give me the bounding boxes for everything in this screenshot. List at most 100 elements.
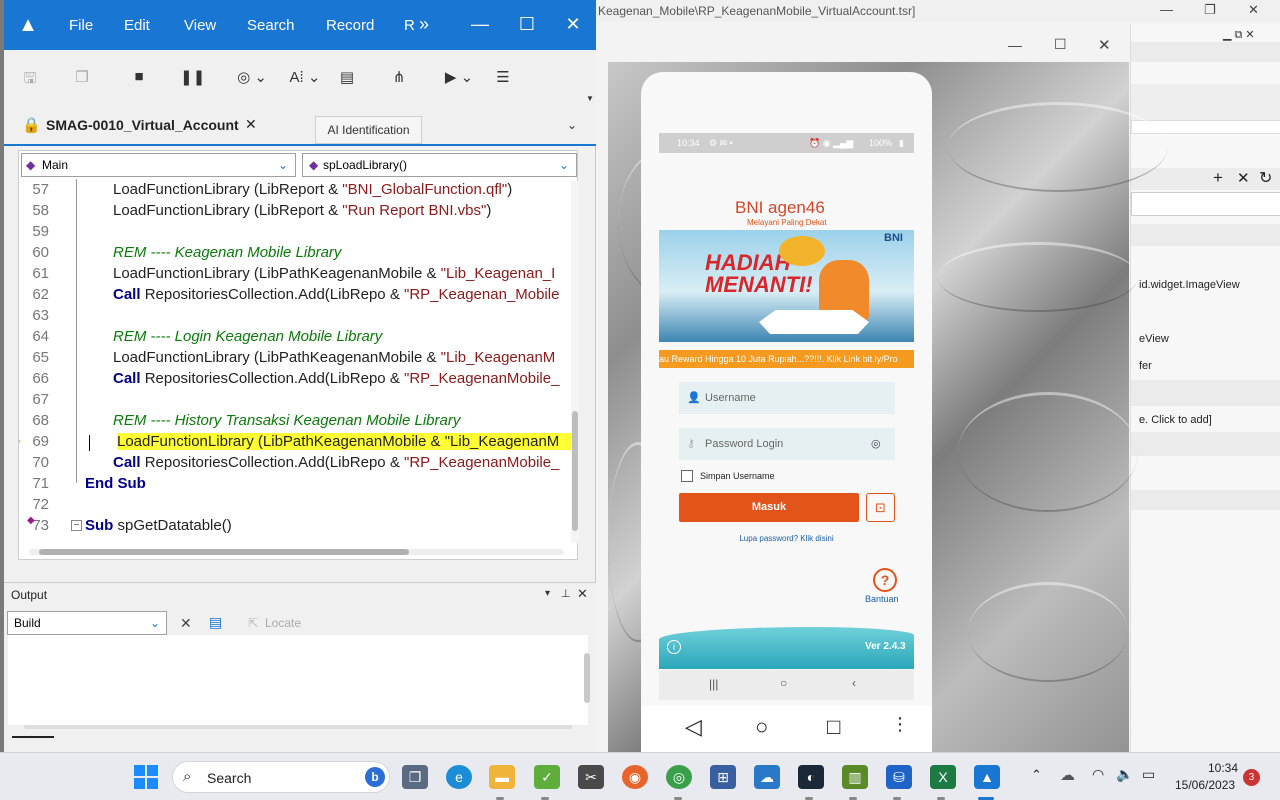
h-scrollbar-thumb[interactable] xyxy=(39,549,409,555)
code-line[interactable]: REM ---- Keagenan Mobile Library xyxy=(113,244,568,261)
add-icon[interactable]: + xyxy=(1213,168,1223,188)
minimize-icon[interactable]: — xyxy=(470,14,490,35)
tab-close-icon[interactable]: ✕ xyxy=(245,116,257,133)
tray-overflow-icon[interactable]: ⌃ xyxy=(1031,767,1042,783)
chart-app-icon[interactable]: ▥ xyxy=(842,765,868,789)
code-line[interactable]: End Sub xyxy=(85,475,540,492)
property-row[interactable]: fer xyxy=(1131,360,1280,372)
code-line[interactable]: LoadFunctionLibrary (LibPathKeagenanMobi… xyxy=(117,433,571,450)
run-icon[interactable]: ▶ ⌄ xyxy=(441,68,477,86)
code-line[interactable]: LoadFunctionLibrary (LibReport & "Run Re… xyxy=(113,202,568,219)
locate-button[interactable]: Locate xyxy=(265,616,301,630)
close-icon[interactable]: ✕ xyxy=(563,14,583,35)
task-view-icon[interactable]: ❐ xyxy=(402,765,428,789)
file-explorer-icon[interactable]: ▬ xyxy=(489,765,515,789)
tab-test-script[interactable]: SMAG-0010_Virtual_Account xyxy=(46,117,239,133)
minimize-icon[interactable]: — xyxy=(1160,2,1173,17)
code-line[interactable]: REM ---- Login Keagenan Mobile Library xyxy=(113,328,568,345)
tab-ai-identification[interactable]: AI Identification xyxy=(315,116,422,144)
eye-off-icon[interactable]: ◎ xyxy=(871,428,881,460)
username-input[interactable]: 👤 Username xyxy=(679,382,895,414)
taskbar-search[interactable]: ⌕ Search b xyxy=(172,761,390,793)
minimize-icon[interactable]: — xyxy=(1008,37,1022,53)
remove-icon[interactable]: ✕ xyxy=(1237,169,1250,187)
snipping-icon[interactable]: ✂ xyxy=(578,765,604,789)
menu-record[interactable]: Record xyxy=(326,17,374,34)
collapse-icon[interactable]: − xyxy=(71,520,82,531)
panel-window-controls[interactable]: ▁ ⧉ ✕ xyxy=(1223,28,1255,42)
menu-search[interactable]: Search xyxy=(247,17,295,34)
tabs-overflow-icon[interactable]: ⌄ xyxy=(567,118,577,132)
output-text-area[interactable] xyxy=(8,635,588,725)
maximize-icon[interactable]: ☐ xyxy=(517,14,537,35)
wifi-icon[interactable]: ◠ xyxy=(1092,766,1104,783)
scope-dropdown[interactable]: ◆ Main ⌄ xyxy=(21,153,296,177)
firefox-icon[interactable]: ◉ xyxy=(622,765,648,789)
maximize-icon[interactable]: ☐ xyxy=(1054,36,1067,53)
scrollbar-thumb[interactable] xyxy=(572,411,578,531)
help-label[interactable]: Bantuan xyxy=(865,594,899,604)
save-all-icon[interactable]: ❐ xyxy=(71,68,93,86)
property-row[interactable]: id.widget.ImageView xyxy=(1131,279,1280,291)
home-icon[interactable]: ○ xyxy=(780,676,787,690)
close-icon[interactable]: ✕ xyxy=(1248,2,1259,18)
remember-checkbox[interactable] xyxy=(681,470,693,482)
code-line[interactable]: Call RepositoriesCollection.Add(LibRepo … xyxy=(113,370,568,387)
code-line[interactable]: Call RepositoriesCollection.Add(LibRepo … xyxy=(113,454,568,471)
restore-icon[interactable]: ❐ xyxy=(1204,2,1216,18)
forgot-password-link[interactable]: Lupa password? Klik disini xyxy=(641,534,932,543)
code-lines[interactable]: 57 LoadFunctionLibrary (LibReport & "BNI_… xyxy=(19,179,571,541)
code-line[interactable]: LoadFunctionLibrary (LibPathKeagenanMobi… xyxy=(113,265,568,282)
notification-badge[interactable]: 3 xyxy=(1243,769,1260,786)
stop-icon[interactable]: ■ xyxy=(128,68,150,85)
procedure-dropdown[interactable]: ◆ spLoadLibrary() ⌄ xyxy=(302,153,577,177)
panel-input[interactable] xyxy=(1131,192,1280,216)
cloud-app-icon[interactable]: ☁ xyxy=(754,765,780,789)
uft-icon[interactable]: ▲ xyxy=(974,765,1000,789)
close-icon[interactable]: ✕ xyxy=(1098,36,1111,54)
battery-icon[interactable]: ▭ xyxy=(1142,766,1155,783)
menu-view[interactable]: View xyxy=(184,17,216,34)
emulator-home-icon[interactable]: ○ xyxy=(755,714,768,740)
bing-icon[interactable]: b xyxy=(365,767,385,787)
output-filter-dropdown[interactable]: Build ⌄ xyxy=(7,611,167,635)
code-line[interactable]: REM ---- History Transaksi Keagenan Mobi… xyxy=(113,412,568,429)
pause-icon[interactable]: ❚❚ xyxy=(180,68,205,86)
ai-icon[interactable]: A⁞ ⌄ xyxy=(287,68,323,86)
archive-icon[interactable]: ▤ xyxy=(336,68,358,86)
close-icon[interactable]: ✕ xyxy=(577,586,588,602)
emulator-overview-icon[interactable]: □ xyxy=(827,714,840,740)
pin-icon[interactable]: ⊥ xyxy=(561,587,571,600)
toolbar-chevron-icon[interactable]: ▼ xyxy=(586,94,594,103)
vertical-scrollbar[interactable] xyxy=(571,181,579,543)
clock-time[interactable]: 10:34 xyxy=(1208,761,1238,775)
menu-edit[interactable]: Edit xyxy=(124,17,150,34)
clock-date[interactable]: 15/06/2023 xyxy=(1175,778,1235,792)
menu-run[interactable]: R xyxy=(404,17,415,34)
steam-icon[interactable]: ◐ xyxy=(798,765,824,789)
property-row[interactable]: eView xyxy=(1131,333,1280,345)
volume-icon[interactable]: 🔈 xyxy=(1116,766,1133,783)
clear-output-icon[interactable]: ✕ xyxy=(180,615,192,632)
spy-icon[interactable]: ⋔ xyxy=(388,68,410,86)
db-app-icon[interactable]: ⛁ xyxy=(886,765,912,789)
code-line[interactable]: Call RepositoriesCollection.Add(LibRepo … xyxy=(113,286,568,303)
code-line[interactable]: Sub spGetDatatable() xyxy=(85,517,540,534)
back-icon[interactable]: ‹ xyxy=(852,676,856,690)
record-mode-icon[interactable]: ◎ ⌄ xyxy=(234,68,270,86)
edge-icon[interactable]: e xyxy=(446,765,472,789)
chrome-icon[interactable]: ◎ xyxy=(666,765,692,789)
refresh-icon[interactable]: ↻ xyxy=(1259,168,1272,188)
emulator-more-icon[interactable]: ⋮ xyxy=(891,714,909,735)
remote-desktop-icon[interactable]: ⊞ xyxy=(710,765,736,789)
code-line[interactable]: LoadFunctionLibrary (LibPathKeagenanMobi… xyxy=(113,349,568,366)
pane-options-icon[interactable]: ▾ xyxy=(545,588,550,599)
output-scrollbar[interactable] xyxy=(584,653,590,703)
app-icon[interactable]: ✓ xyxy=(534,765,560,789)
info-icon[interactable]: i xyxy=(667,640,681,654)
code-editor[interactable]: ◆ Main ⌄ ◆ spLoadLibrary() ⌄ 57 LoadFunct… xyxy=(18,150,579,560)
list-icon[interactable]: ☰ xyxy=(492,68,514,86)
menu-file[interactable]: File xyxy=(69,17,93,34)
copy-output-icon[interactable]: ▤ xyxy=(209,614,222,631)
emulator-back-icon[interactable]: ◁ xyxy=(685,714,702,740)
